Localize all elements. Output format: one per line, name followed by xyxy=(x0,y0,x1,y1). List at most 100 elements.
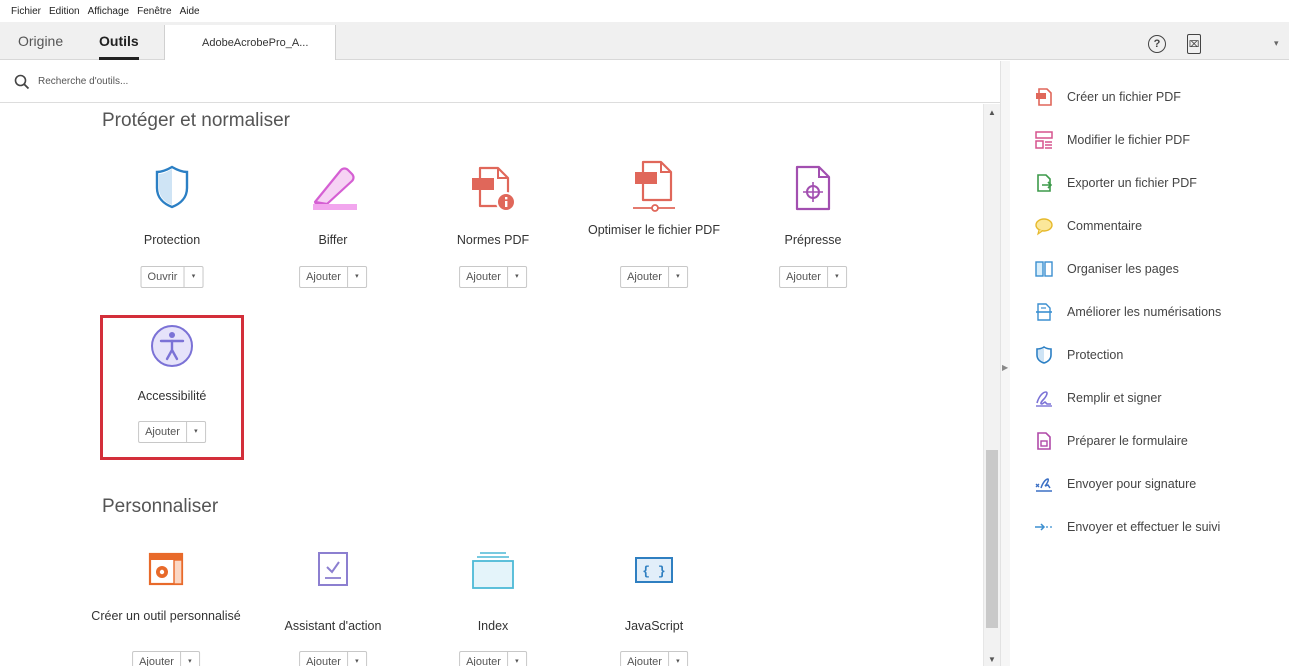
tool-name: Optimiser le fichier PDF xyxy=(588,223,720,237)
highlight-frame xyxy=(100,315,244,460)
panel-item-comment[interactable]: Commentaire xyxy=(1033,214,1142,238)
panel-item-label: Envoyer et effectuer le suivi xyxy=(1067,520,1221,534)
panel-item-fill-sign[interactable]: Remplir et signer xyxy=(1033,386,1161,410)
custom-tool-icon[interactable] xyxy=(148,552,184,586)
svg-text:{ }: { } xyxy=(642,564,665,579)
panel-item-label: Améliorer les numérisations xyxy=(1067,305,1222,319)
tool-add-button[interactable]: Ajouter ▾ xyxy=(459,266,527,288)
panel-item-send-track[interactable]: Envoyer et effectuer le suivi xyxy=(1033,515,1220,539)
menu-affichage[interactable]: Affichage xyxy=(88,6,130,17)
menu-bar: Fichier Edition Affichage Fenêtre Aide xyxy=(0,0,1289,22)
tools-main: Protéger et normaliser Protection Ouvrir… xyxy=(0,104,983,666)
tool-button-label: Ajouter xyxy=(460,652,508,666)
enhance-scans-icon xyxy=(1033,301,1055,323)
dropdown-caret-icon[interactable]: ▾ xyxy=(508,652,526,666)
tool-open-button[interactable]: Ouvrir ▾ xyxy=(140,266,204,288)
section-title-protect: Protéger et normaliser xyxy=(102,110,290,131)
index-icon[interactable] xyxy=(470,550,516,590)
menu-fichier[interactable]: Fichier xyxy=(11,6,41,17)
panel-item-prepare-form[interactable]: Préparer le formulaire xyxy=(1033,429,1188,453)
tool-name: Normes PDF xyxy=(456,233,530,247)
dropdown-caret-icon[interactable]: ▾ xyxy=(348,267,366,287)
panel-item-label: Remplir et signer xyxy=(1067,391,1162,405)
redact-icon[interactable] xyxy=(305,164,361,210)
panel-item-organize-pages[interactable]: Organiser les pages xyxy=(1033,257,1179,281)
tool-name: Assistant d'action xyxy=(284,619,382,633)
optimize-pdf-icon[interactable] xyxy=(629,158,679,214)
tool-add-button[interactable]: Ajouter ▾ xyxy=(299,651,367,666)
search-input[interactable] xyxy=(38,76,338,87)
dropdown-caret-icon[interactable]: ▾ xyxy=(184,267,202,287)
tool-button-label: Ajouter xyxy=(300,652,348,666)
collapse-arrow-icon[interactable]: ▶ xyxy=(1002,363,1008,372)
scroll-thumb[interactable] xyxy=(986,450,998,628)
tool-add-button[interactable]: Ajouter ▾ xyxy=(132,651,200,666)
dropdown-caret-icon[interactable]: ▾ xyxy=(669,652,687,666)
shield-icon xyxy=(1033,344,1055,366)
tool-button-label: Ajouter xyxy=(780,267,828,287)
panel-item-send-signature[interactable]: Envoyer pour signature xyxy=(1033,472,1196,496)
panel-item-label: Organiser les pages xyxy=(1067,262,1179,276)
panel-item-label: Préparer le formulaire xyxy=(1067,434,1188,448)
javascript-icon[interactable]: { } xyxy=(634,556,674,584)
tool-add-button[interactable]: Ajouter ▾ xyxy=(299,266,367,288)
dropdown-caret-icon[interactable]: ▾ xyxy=(508,267,526,287)
action-wizard-icon[interactable] xyxy=(316,550,350,588)
dropdown-caret-icon[interactable]: ▾ xyxy=(348,652,366,666)
panel-item-edit-pdf[interactable]: Modifier le fichier PDF xyxy=(1033,128,1190,152)
panel-item-export-pdf[interactable]: Exporter un fichier PDF xyxy=(1033,171,1197,195)
tool-name: Protection xyxy=(143,233,201,247)
right-tools-panel: Créer un fichier PDF Modifier le fichier… xyxy=(1010,61,1289,666)
prepress-icon[interactable] xyxy=(793,164,833,212)
scroll-up-icon[interactable]: ▲ xyxy=(984,108,1000,117)
dropdown-caret-icon[interactable]: ▾ xyxy=(828,267,846,287)
tool-button-label: Ajouter xyxy=(621,267,669,287)
dropdown-caret-icon[interactable]: ▾ xyxy=(181,652,199,666)
menu-edition[interactable]: Edition xyxy=(49,6,80,17)
panel-item-protection[interactable]: Protection xyxy=(1033,343,1123,367)
tab-origine[interactable]: Origine xyxy=(18,22,63,60)
organize-pages-icon xyxy=(1033,258,1055,280)
tool-add-button[interactable]: Ajouter ▾ xyxy=(620,651,688,666)
panel-item-label: Créer un fichier PDF xyxy=(1067,90,1181,104)
tool-add-button[interactable]: Ajouter ▾ xyxy=(779,266,847,288)
panel-item-label: Commentaire xyxy=(1067,219,1143,233)
menu-fenetre[interactable]: Fenêtre xyxy=(137,6,171,17)
tab-document[interactable]: AdobeAcrobePro_A... xyxy=(164,25,336,60)
tool-add-button[interactable]: Ajouter ▾ xyxy=(459,651,527,666)
tool-name: Prépresse xyxy=(784,233,842,247)
tool-add-button[interactable]: Ajouter ▾ xyxy=(620,266,688,288)
shield-icon[interactable] xyxy=(154,164,190,210)
tool-name: Index xyxy=(477,619,509,633)
menu-aide[interactable]: Aide xyxy=(180,6,200,17)
tool-button-label: Ajouter xyxy=(621,652,669,666)
panel-splitter[interactable]: ▶ xyxy=(1000,61,1010,666)
chevron-down-icon[interactable]: ▾ xyxy=(1274,38,1279,49)
pdf-standards-icon[interactable] xyxy=(468,164,518,214)
panel-item-create-pdf[interactable]: Créer un fichier PDF xyxy=(1033,85,1181,109)
panel-item-enhance-scans[interactable]: Améliorer les numérisations xyxy=(1033,300,1221,324)
comment-icon xyxy=(1033,215,1055,237)
panel-item-label: Protection xyxy=(1067,348,1124,362)
fill-sign-icon xyxy=(1033,387,1055,409)
send-signature-icon xyxy=(1033,473,1055,495)
tab-outils[interactable]: Outils xyxy=(99,22,139,60)
tool-name: Biffer xyxy=(318,233,348,247)
vertical-scrollbar[interactable]: ▲ ▼ xyxy=(983,104,1000,666)
help-icon[interactable]: ? xyxy=(1148,35,1166,53)
search-icon xyxy=(14,74,30,89)
mobile-link-icon[interactable]: ⌧ xyxy=(1187,34,1201,54)
tool-name: JavaScript xyxy=(624,619,684,633)
tool-button-label: Ajouter xyxy=(300,267,348,287)
prepare-form-icon xyxy=(1033,430,1055,452)
tools-search xyxy=(0,61,1000,103)
panel-item-label: Envoyer pour signature xyxy=(1067,477,1197,491)
dropdown-caret-icon[interactable]: ▾ xyxy=(669,267,687,287)
tool-button-label: Ajouter xyxy=(460,267,508,287)
scroll-down-icon[interactable]: ▼ xyxy=(984,655,1000,664)
section-title-custom: Personnaliser xyxy=(102,496,219,517)
tab-bar: Origine Outils AdobeAcrobePro_A... ? ⌧ ▾ xyxy=(0,22,1289,60)
send-track-icon xyxy=(1033,516,1055,538)
tool-button-label: Ouvrir xyxy=(142,267,185,287)
tool-button-label: Ajouter xyxy=(133,652,181,666)
